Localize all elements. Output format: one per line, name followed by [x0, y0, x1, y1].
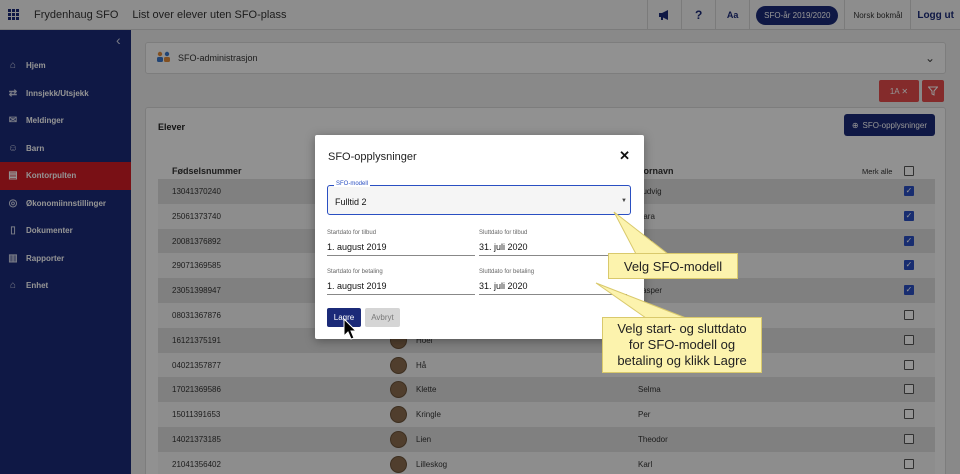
tooltip-dates-save: Velg start- og sluttdato for SFO-modell …: [602, 317, 762, 373]
mouse-cursor-icon: [343, 318, 357, 340]
close-icon[interactable]: ✕: [619, 148, 630, 164]
sfo-info-dialog: SFO-opplysninger ✕ SFO-modell Fulltid 2 …: [315, 135, 644, 339]
dropdown-arrow-icon: ▼: [621, 198, 627, 204]
sfo-model-label: SFO-modell: [334, 181, 371, 187]
cancel-button: Avbryt: [365, 308, 400, 327]
sfo-model-value: Fulltid 2: [335, 197, 367, 207]
offer-end-field[interactable]: Sluttdato for tilbud 31. juli 2020: [479, 230, 627, 256]
dialog-title: SFO-opplysninger: [328, 151, 417, 163]
payment-start-field[interactable]: Startdato for betaling 1. august 2019: [327, 269, 475, 295]
tooltip-select-model: Velg SFO-modell: [608, 253, 738, 279]
offer-start-field[interactable]: Startdato for tilbud 1. august 2019: [327, 230, 475, 256]
payment-end-field[interactable]: Sluttdato for betaling 31. juli 2020: [479, 269, 627, 295]
sfo-model-select[interactable]: SFO-modell Fulltid 2 ▼: [327, 181, 631, 215]
